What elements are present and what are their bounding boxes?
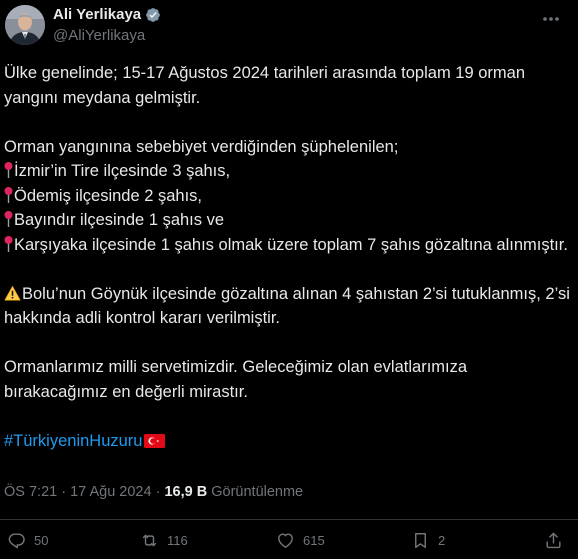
bookmark-count: 2 — [438, 533, 446, 548]
meta-separator: · — [61, 484, 67, 500]
tweet-date[interactable]: 17 Ağu 2024 — [70, 484, 151, 500]
avatar[interactable] — [5, 5, 45, 45]
tweet-meta: ÖS 7:21 · 17 Ağu 2024 · 16,9 B Görüntüle… — [4, 484, 303, 500]
round-pushpin-icon — [4, 235, 13, 252]
reply-count: 50 — [34, 533, 49, 548]
bullet-line: Ödemiş ilçesinde 2 şahıs, — [4, 184, 574, 209]
avatar-portrait — [5, 5, 45, 45]
bullet-text: Ödemiş ilçesinde 2 şahıs, — [14, 186, 203, 205]
round-pushpin-icon — [4, 186, 13, 203]
warning-icon — [4, 285, 21, 300]
analytics-button[interactable]: 2 — [411, 531, 445, 550]
paragraph-3: Bolu’nun Göynük ilçesinde gözaltına alın… — [4, 282, 574, 331]
views-label: Görüntülenme — [211, 484, 304, 500]
repost-icon — [142, 534, 157, 547]
bullet-line: Karşıyaka ilçesinde 1 şahıs olmak üzere … — [4, 233, 574, 258]
divider — [0, 519, 578, 520]
reply-button[interactable]: 50 — [7, 531, 48, 550]
paragraph-4: Ormanlarımız milli servetimizdir. Gelece… — [4, 358, 468, 401]
heart-icon — [278, 533, 293, 548]
bookmark-icon — [415, 533, 426, 548]
round-pushpin-icon — [4, 162, 13, 178]
share-icon — [546, 532, 561, 549]
more-options-icon[interactable] — [540, 10, 562, 28]
author-name-text[interactable]: Ali Yerlikaya — [53, 6, 141, 23]
round-pushpin-icon — [4, 211, 13, 227]
meta-separator: · — [155, 484, 161, 500]
views-count: 16,9 B — [164, 484, 208, 500]
paragraph-3-text: Bolu’nun Göynük ilçesinde gözaltına alın… — [4, 284, 570, 328]
tweet-time[interactable]: ÖS 7:21 — [4, 484, 57, 500]
like-button[interactable]: 615 — [276, 531, 325, 550]
paragraph-1: Ülke genelinde; 15-17 Ağustos 2024 tarih… — [4, 64, 525, 107]
turkey-flag-icon — [144, 433, 166, 448]
paragraph-2-intro: Orman yangınına sebebiyet verdiğinden şü… — [4, 137, 399, 156]
share-button[interactable] — [544, 531, 571, 550]
action-bar: 50 116 615 2 — [0, 531, 578, 557]
bullet-text: Bayındır ilçesinde 1 şahıs ve — [14, 211, 225, 229]
hashtag-line: #TürkiyeninHuzuru — [4, 429, 574, 454]
bullet-line: İzmir’in Tire ilçesinde 3 şahıs, — [4, 159, 574, 184]
tweet-header: Ali Yerlikaya @AliYerlikaya — [0, 0, 578, 54]
like-count: 615 — [303, 533, 325, 548]
bullet-line: Bayındır ilçesinde 1 şahıs ve — [4, 208, 574, 233]
verified-badge-icon[interactable] — [145, 7, 161, 23]
tweet-body: Ülke genelinde; 15-17 Ağustos 2024 tarih… — [4, 61, 574, 453]
author-handle[interactable]: @AliYerlikaya — [53, 27, 145, 44]
repost-count: 116 — [167, 533, 188, 548]
author-name[interactable]: Ali Yerlikaya — [53, 6, 161, 23]
bullet-text: İzmir’in Tire ilçesinde 3 şahıs, — [14, 162, 231, 180]
repost-button[interactable]: 116 — [140, 531, 188, 550]
reply-icon — [8, 533, 25, 549]
bullet-text: Karşıyaka ilçesinde 1 şahıs olmak üzere … — [14, 235, 568, 254]
hashtag-link[interactable]: #TürkiyeninHuzuru — [4, 432, 142, 450]
